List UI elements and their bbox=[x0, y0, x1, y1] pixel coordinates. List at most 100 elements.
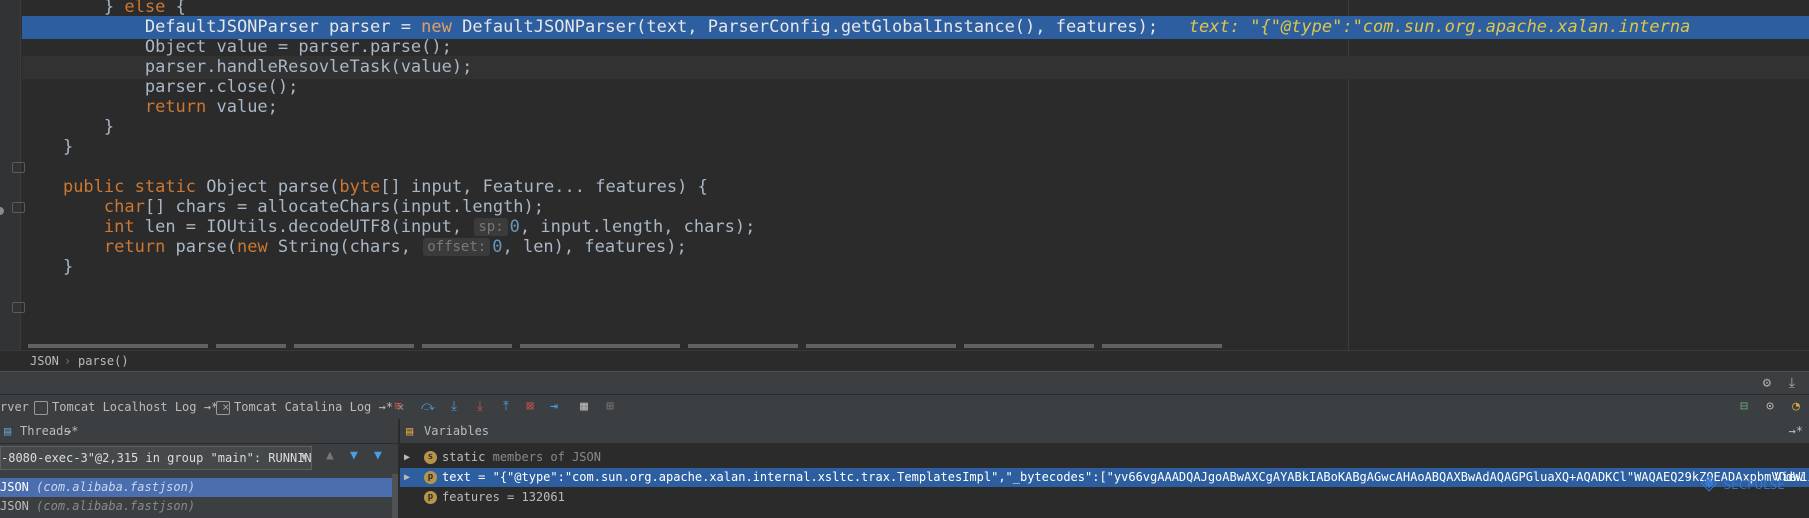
breadcrumb-class[interactable]: JSON bbox=[30, 351, 59, 371]
tab-catalina-log[interactable]: Tomcat Catalina Log →* × bbox=[216, 395, 404, 419]
variable-row[interactable]: ▶ p text = "{"@type":"com.sun.org.apache… bbox=[400, 468, 1809, 487]
code-token: parser.handleResovleTask(value); bbox=[144, 57, 473, 77]
step-into-icon[interactable]: ⤓ bbox=[446, 399, 462, 415]
frame-row[interactable]: JSON (com.alibaba.fastjson) bbox=[0, 478, 392, 497]
variables-icon: ▤ bbox=[406, 424, 414, 438]
memory-icon[interactable]: ◔ bbox=[1788, 399, 1804, 415]
frame-row[interactable]: JSON (com.alibaba.fastjson) bbox=[0, 497, 392, 516]
step-out-icon[interactable]: ⤒ bbox=[498, 399, 514, 415]
step-over-icon[interactable]: ⤼ bbox=[420, 399, 436, 415]
code-token: parser.close(); bbox=[144, 77, 299, 97]
code-token: 0 bbox=[492, 237, 503, 257]
code-token: new bbox=[236, 237, 268, 257]
code-token: , len), features); bbox=[502, 237, 687, 257]
code-token: [] chars = allocateChars(input.length); bbox=[144, 197, 545, 217]
variable-value: members of JSON bbox=[492, 450, 601, 464]
code-token: String(chars, bbox=[267, 237, 422, 257]
code-token: byte bbox=[339, 177, 381, 197]
frames-panel: -8080-exec-3"@2,315 in group "main": RUN… bbox=[0, 444, 398, 518]
tab-server-label: rver bbox=[0, 400, 29, 414]
code-token: char bbox=[103, 197, 145, 217]
filter-icon[interactable]: ▼ bbox=[374, 448, 382, 463]
expand-triangle-icon[interactable]: ▶ bbox=[404, 448, 410, 467]
mute-breakpoints-icon[interactable]: ⊟ bbox=[1736, 399, 1752, 415]
threads-arrows-icon: →* bbox=[64, 424, 79, 438]
variable-row[interactable]: p features = 132061 bbox=[400, 488, 1809, 507]
frame-name: JSON bbox=[0, 499, 29, 513]
tab-server[interactable]: rver bbox=[0, 395, 29, 419]
drop-frame-icon[interactable]: ⊠ bbox=[522, 399, 538, 415]
frame-name: JSON bbox=[0, 480, 29, 494]
variable-row[interactable]: ▶ s static members of JSON bbox=[400, 448, 1809, 467]
run-to-cursor-icon[interactable]: ⇥ bbox=[546, 399, 562, 415]
show-execution-point-icon[interactable]: ≡ bbox=[390, 399, 406, 415]
gear-icon[interactable]: ⚙ bbox=[1763, 375, 1771, 391]
parameter-hint: offset: bbox=[423, 238, 491, 256]
fold-marker-icon[interactable] bbox=[12, 302, 25, 313]
code-token: , input.length, chars); bbox=[519, 217, 756, 237]
code-token: } bbox=[62, 257, 74, 277]
code-token: } bbox=[103, 117, 115, 137]
threads-icon: ▤ bbox=[4, 424, 12, 438]
hide-panel-icon[interactable]: ⤓ bbox=[1789, 375, 1795, 391]
chevron-down-icon: ▼ bbox=[300, 452, 307, 463]
frame-package: (com.alibaba.fastjson) bbox=[36, 499, 196, 513]
debug-panel-header: ⚙ ⤓ bbox=[0, 371, 1809, 395]
editor-gutter[interactable] bbox=[0, 0, 20, 350]
breadcrumb-method[interactable]: parse() bbox=[78, 351, 129, 371]
tab-localhost-log-label: Tomcat Localhost Log bbox=[52, 400, 197, 414]
code-token: return bbox=[103, 237, 166, 257]
code-token: parse( bbox=[165, 237, 237, 257]
parameter-badge-icon: p bbox=[424, 471, 437, 484]
variable-name: static bbox=[442, 450, 486, 464]
breadcrumb-separator-icon: › bbox=[64, 354, 72, 368]
code-token: 0 bbox=[509, 217, 520, 237]
variables-header-label[interactable]: Variables bbox=[424, 419, 489, 443]
variable-name: features bbox=[442, 490, 500, 504]
code-token: new bbox=[421, 17, 452, 37]
tab-localhost-log[interactable]: Tomcat Localhost Log →* × bbox=[34, 395, 229, 419]
code-token: [] input, Feature... features) { bbox=[380, 177, 708, 197]
gutter-separator bbox=[20, 0, 21, 350]
trace-icon[interactable]: ⊞ bbox=[602, 399, 618, 415]
threads-header-label[interactable]: Threads bbox=[20, 419, 71, 443]
code-line[interactable]: } bbox=[22, 256, 1809, 279]
code-token: int bbox=[103, 217, 135, 237]
frames-header: ▤ Threads →* bbox=[0, 419, 398, 444]
code-token: static bbox=[134, 177, 197, 197]
arrow-down-icon[interactable]: ▼ bbox=[350, 448, 358, 463]
frames-scrollbar[interactable] bbox=[392, 474, 398, 518]
debug-tab-bar: rver Tomcat Localhost Log →* × Tomcat Cat… bbox=[0, 394, 1809, 419]
parameter-badge-icon: p bbox=[424, 491, 437, 504]
log-icon bbox=[34, 400, 48, 415]
thread-selector-value: -8080-exec-3"@2,315 in group "main": RUN… bbox=[1, 451, 312, 465]
thread-selector[interactable]: -8080-exec-3"@2,315 in group "main": RUN… bbox=[0, 446, 312, 470]
watermark-label: SECPULSE bbox=[1723, 478, 1785, 492]
frame-package: (com.alibaba.fastjson) bbox=[36, 480, 196, 494]
code-token: len = IOUtils.decodeUTF8(input, bbox=[134, 217, 473, 237]
evaluate-expression-icon[interactable]: ▦ bbox=[576, 399, 592, 415]
expand-triangle-icon[interactable]: ▶ bbox=[404, 468, 410, 487]
code-token: } bbox=[62, 137, 74, 157]
code-editor[interactable]: } else { DefaultJSONParser parser = new … bbox=[0, 0, 1809, 350]
view-breakpoints-icon[interactable]: ⊙ bbox=[1762, 399, 1778, 415]
inline-debug-value: text: "{"@type":"com.sun.org.apache.xala… bbox=[1188, 17, 1691, 37]
arrow-up-icon[interactable]: ▲ bbox=[326, 448, 334, 463]
code-token: public bbox=[62, 177, 125, 197]
code-token: Object parse( bbox=[196, 177, 340, 197]
force-step-into-icon[interactable]: ⤓ bbox=[472, 399, 488, 415]
tab-catalina-log-label: Tomcat Catalina Log bbox=[234, 400, 372, 414]
variable-value: = "{"@type":"com.sun.org.apache.xalan.in… bbox=[478, 470, 1809, 484]
